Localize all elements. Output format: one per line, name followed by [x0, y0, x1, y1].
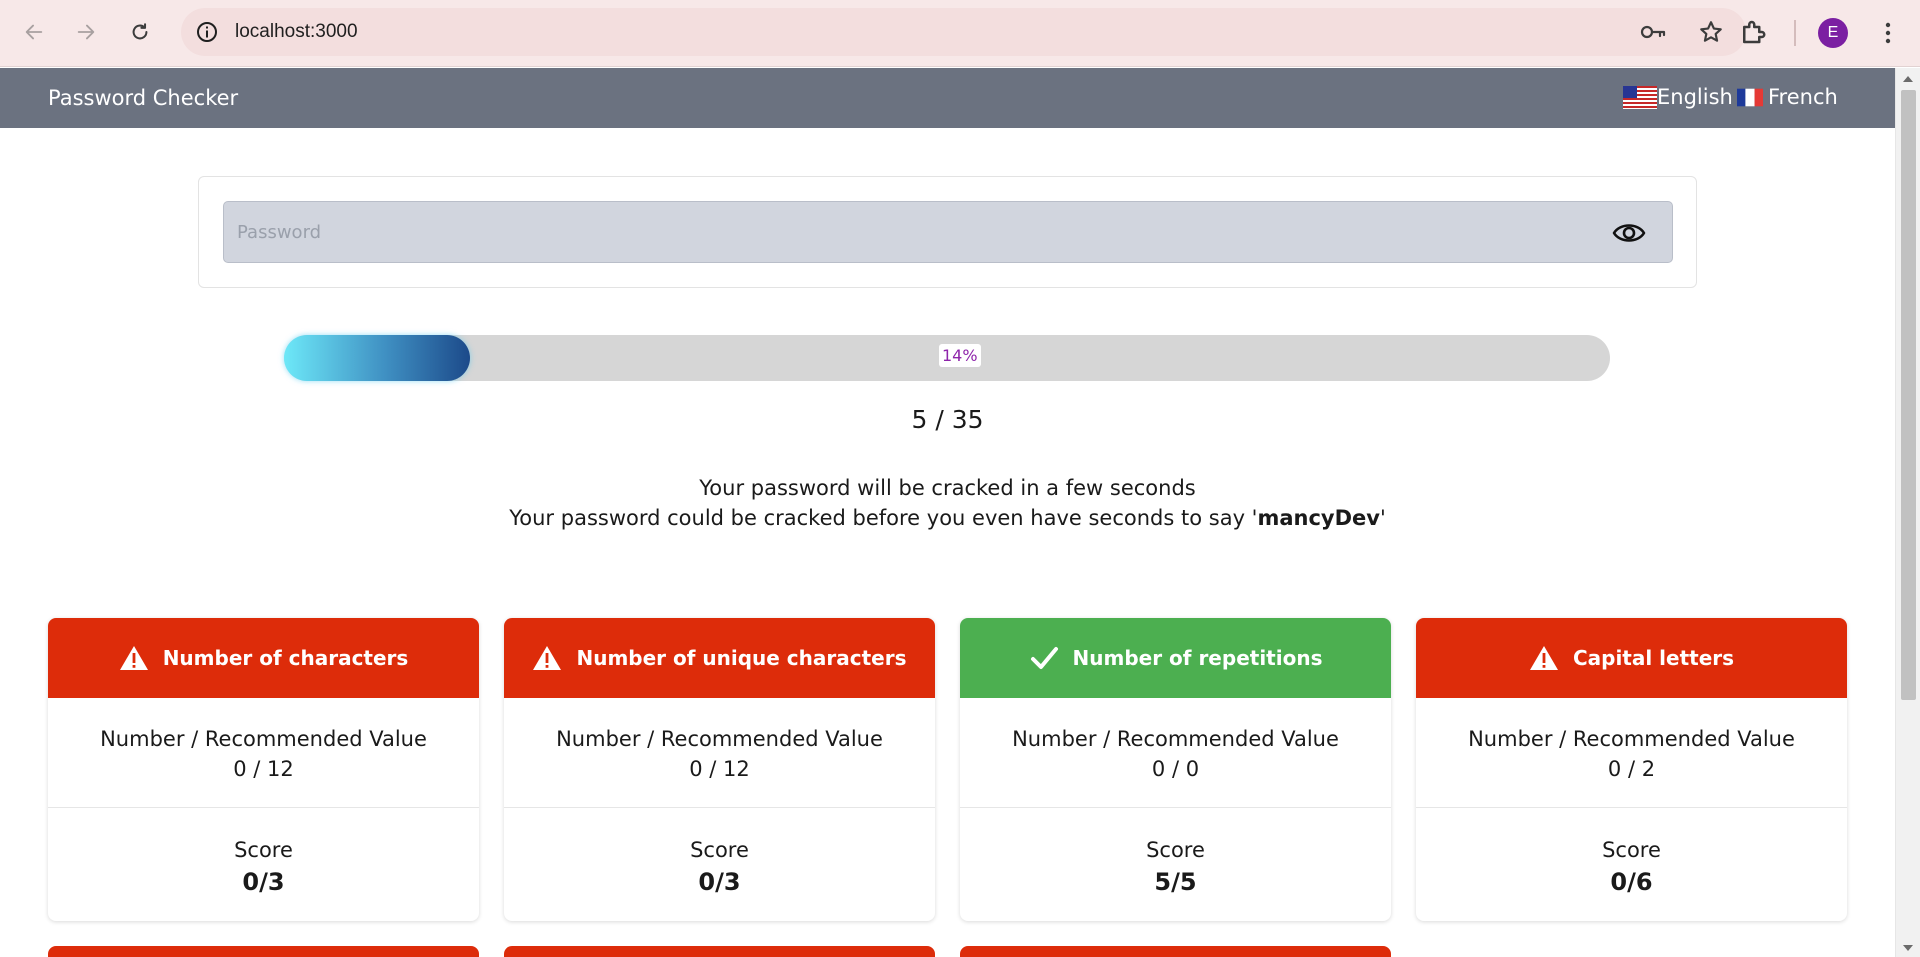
criteria-card-partial — [48, 946, 479, 957]
checkmark-icon — [1030, 647, 1058, 669]
site-info-icon[interactable] — [195, 20, 219, 44]
criteria-metric: Number / Recommended Value 0 / 12 — [48, 698, 479, 808]
criteria-score-label: Score — [690, 838, 749, 862]
language-french-button[interactable]: French — [1737, 85, 1838, 109]
criteria-metric-label: Number / Recommended Value — [1468, 727, 1795, 751]
criteria-score-value: 0/3 — [698, 868, 741, 896]
criteria-score: Score 0/3 — [504, 808, 935, 898]
criteria-score-label: Score — [1602, 838, 1661, 862]
extensions-icon[interactable] — [1738, 17, 1768, 47]
language-english-label: English — [1657, 85, 1733, 109]
criteria-metric-label: Number / Recommended Value — [556, 727, 883, 751]
criteria-card: Number of repetitions Number / Recommende… — [960, 618, 1391, 921]
warning-icon — [533, 646, 562, 670]
language-english-button[interactable]: English — [1623, 85, 1733, 109]
criteria-title: Capital letters — [1572, 646, 1735, 670]
criteria-metric-label: Number / Recommended Value — [100, 727, 427, 751]
criteria-score: Score 0/3 — [48, 808, 479, 898]
fr-flag-icon — [1737, 88, 1763, 106]
criteria-metric-value: 0 / 12 — [233, 757, 294, 781]
strength-progress-label: 14% — [939, 344, 981, 367]
us-flag-icon — [1623, 85, 1657, 109]
browser-toolbar: localhost:3000 E — [0, 0, 1920, 67]
criteria-score-label: Score — [234, 838, 293, 862]
criteria-score-value: 0/3 — [242, 868, 285, 896]
criteria-card-header: Number of characters — [48, 618, 479, 698]
password-key-icon[interactable] — [1640, 20, 1666, 44]
page-scrollbar[interactable] — [1895, 68, 1920, 957]
criteria-card-header: Number of unique characters — [504, 618, 935, 698]
password-input[interactable] — [223, 201, 1673, 263]
criteria-title: Number of characters — [162, 646, 409, 670]
app-title[interactable]: Password Checker — [48, 86, 238, 110]
criteria-metric-value: 0 / 2 — [1607, 757, 1656, 781]
criteria-metric: Number / Recommended Value 0 / 12 — [504, 698, 935, 808]
criteria-card: Capital letters Number / Recommended Valu… — [1416, 618, 1847, 921]
reload-button[interactable] — [122, 14, 158, 50]
criteria-score: Score 0/6 — [1416, 808, 1847, 898]
crack-joke-prefix: Your password could be cracked before yo… — [509, 506, 1258, 530]
warning-icon — [1529, 646, 1558, 670]
criteria-metric: Number / Recommended Value 0 / 0 — [960, 698, 1391, 808]
arrow-left-icon — [25, 24, 43, 40]
url-text[interactable]: localhost:3000 — [235, 21, 358, 43]
scroll-up-arrow-icon[interactable] — [1903, 76, 1913, 82]
app-header: Password Checker English French — [0, 68, 1895, 128]
password-card — [198, 176, 1697, 288]
criteria-card-header: Capital letters — [1416, 618, 1847, 698]
criteria-score-value: 0/6 — [1610, 868, 1653, 896]
criteria-score: Score 5/5 — [960, 808, 1391, 898]
crack-joke-message: Your password could be cracked before yo… — [0, 506, 1895, 530]
bookmark-star-icon[interactable] — [1698, 19, 1724, 45]
forward-button[interactable] — [68, 14, 104, 50]
criteria-metric-label: Number / Recommended Value — [1012, 727, 1339, 751]
criteria-metric-value: 0 / 12 — [689, 757, 750, 781]
crack-joke-word: mancyDev — [1257, 506, 1380, 530]
profile-avatar[interactable]: E — [1818, 18, 1848, 48]
arrow-right-icon — [77, 24, 95, 40]
address-bar[interactable]: localhost:3000 — [181, 8, 1746, 56]
language-french-label: French — [1768, 85, 1838, 109]
warning-icon — [119, 646, 148, 670]
strength-progress-fill — [284, 335, 470, 381]
strength-progress-bar: 14% — [284, 335, 1610, 381]
scrollbar-thumb[interactable] — [1901, 90, 1916, 700]
back-button[interactable] — [16, 14, 52, 50]
criteria-card-partial — [960, 946, 1391, 957]
total-score: 5 / 35 — [911, 405, 984, 434]
more-menu-icon[interactable] — [1876, 18, 1900, 48]
criteria-score-value: 5/5 — [1154, 868, 1197, 896]
criteria-title: Number of unique characters — [576, 646, 907, 670]
criteria-card: Number of characters Number / Recommended… — [48, 618, 479, 921]
criteria-title: Number of repetitions — [1072, 646, 1323, 670]
criteria-card-partial — [504, 946, 935, 957]
reload-icon — [132, 23, 148, 40]
criteria-metric-value: 0 / 0 — [1151, 757, 1200, 781]
criteria-card-header: Number of repetitions — [960, 618, 1391, 698]
eye-icon[interactable] — [1612, 219, 1646, 247]
criteria-score-label: Score — [1146, 838, 1205, 862]
scroll-down-arrow-icon[interactable] — [1903, 945, 1913, 951]
crack-time-message: Your password will be cracked in a few s… — [699, 476, 1196, 500]
criteria-card: Number of unique characters Number / Reco… — [504, 618, 935, 921]
criteria-metric: Number / Recommended Value 0 / 2 — [1416, 698, 1847, 808]
crack-joke-suffix: ' — [1379, 506, 1386, 530]
toolbar-divider — [1794, 20, 1796, 46]
